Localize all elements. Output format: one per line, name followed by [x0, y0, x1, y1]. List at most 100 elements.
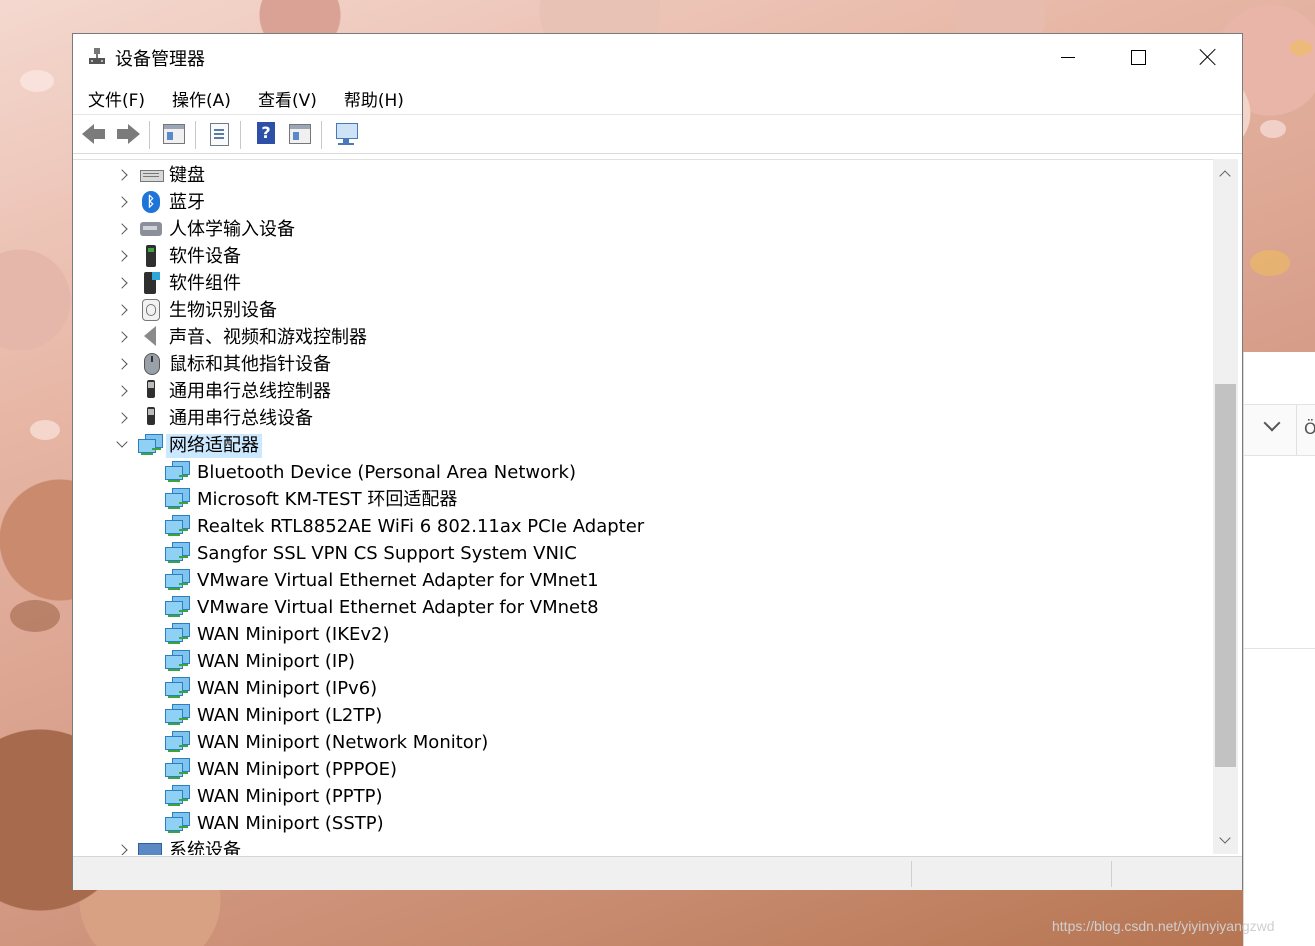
network-adapter-icon [138, 434, 163, 455]
tree-leaf-network-adapter[interactable]: WAN Miniport (Network Monitor) [165, 729, 491, 756]
scan-hardware-button[interactable] [334, 121, 360, 147]
window-title: 设备管理器 [115, 49, 205, 70]
network-adapter-icon [165, 785, 190, 806]
fingerprint-icon [142, 299, 160, 321]
tree-node-network-adapters[interactable]: 网络适配器 [116, 432, 262, 459]
chevron-right-icon[interactable] [116, 196, 128, 208]
tree-leaf-network-adapter[interactable]: Sangfor SSL VPN CS Support System VNIC [165, 540, 580, 567]
network-adapter-icon [165, 650, 190, 671]
chevron-right-icon[interactable] [116, 844, 128, 855]
tree-node-keyboard[interactable]: 键盘 [116, 162, 208, 189]
tree-leaf-network-adapter[interactable]: Realtek RTL8852AE WiFi 6 802.11ax PCIe A… [165, 513, 647, 540]
tree-leaf-network-adapter[interactable]: WAN Miniport (L2TP) [165, 702, 385, 729]
network-adapter-icon [165, 569, 190, 590]
arrow-right-icon-shaft [117, 129, 129, 139]
background-refresh-glyph[interactable]: Ö [1304, 419, 1315, 438]
tree-node-software-devices[interactable]: 软件设备 [116, 243, 244, 270]
menu-file[interactable]: 文件(F) [73, 80, 157, 114]
monitor-base [338, 143, 354, 145]
tree-leaf-network-adapter[interactable]: WAN Miniport (PPTP) [165, 783, 385, 810]
action-pane-button[interactable] [287, 121, 313, 147]
tree-node-label: 网络适配器 [166, 433, 262, 458]
background-window-toolbar: Ö [1244, 404, 1315, 456]
chevron-right-icon[interactable] [116, 250, 128, 262]
tree-node-mice[interactable]: 鼠标和其他指针设备 [116, 351, 334, 378]
tree-node-label: 人体学输入设备 [169, 218, 295, 240]
tree-leaf-network-adapter[interactable]: Bluetooth Device (Personal Area Network) [165, 459, 579, 486]
tree-leaf-network-adapter[interactable]: Microsoft KM-TEST 环回适配器 [165, 486, 460, 513]
forward-button[interactable] [115, 121, 141, 147]
minimize-button[interactable] [1033, 34, 1103, 80]
network-adapter-icon [165, 623, 190, 644]
device-manager-window: 设备管理器 文件(F) 操作(A) 查看(V) 帮助(H) ? 键盘 ᛒ 蓝牙 … [72, 33, 1243, 890]
menu-bar: 文件(F) 操作(A) 查看(V) 帮助(H) [73, 80, 1242, 114]
network-adapter-icon [165, 596, 190, 617]
close-icon [1200, 49, 1216, 65]
device-tree[interactable]: 键盘 ᛒ 蓝牙 人体学输入设备 软件设备 软件组件 生物识别设备 声音、视频和游… [73, 159, 1213, 855]
tree-node-biometric[interactable]: 生物识别设备 [116, 297, 280, 324]
menu-view[interactable]: 查看(V) [243, 80, 329, 114]
toolbar-separator [240, 121, 241, 149]
console-tree-icon [163, 124, 185, 144]
tree-node-system-devices[interactable]: 系统设备 [116, 837, 244, 855]
wallpaper-petal [10, 600, 60, 632]
scroll-down-icon[interactable] [1219, 832, 1231, 844]
tree-leaf-label: WAN Miniport (Network Monitor) [197, 731, 489, 753]
chevron-right-icon[interactable] [116, 331, 128, 343]
close-button[interactable] [1173, 34, 1243, 80]
wallpaper-petal [1250, 250, 1290, 276]
scrollbar-thumb[interactable] [1215, 384, 1236, 767]
tree-node-label: 声音、视频和游戏控制器 [169, 326, 367, 348]
tree-leaf-network-adapter[interactable]: VMware Virtual Ethernet Adapter for VMne… [165, 567, 602, 594]
chevron-right-icon[interactable] [116, 358, 128, 370]
toolbar-separator [195, 121, 196, 149]
help-button[interactable]: ? [253, 121, 279, 147]
chevron-right-icon[interactable] [116, 277, 128, 289]
chevron-right-icon[interactable] [116, 412, 128, 424]
show-hide-console-tree-button[interactable] [161, 121, 187, 147]
tree-leaf-label: WAN Miniport (IKEv2) [197, 623, 390, 645]
menu-action[interactable]: 操作(A) [157, 80, 243, 114]
tree-node-usb-controllers[interactable]: 通用串行总线控制器 [116, 378, 334, 405]
tree-leaf-network-adapter[interactable]: WAN Miniport (PPPOE) [165, 756, 400, 783]
toolbar-separator [149, 121, 150, 149]
background-divider [1244, 648, 1315, 649]
chevron-down-icon[interactable] [116, 436, 128, 448]
network-adapter-icon [165, 677, 190, 698]
back-button[interactable] [81, 121, 107, 147]
tree-node-bluetooth[interactable]: ᛒ 蓝牙 [116, 189, 208, 216]
tree-leaf-network-adapter[interactable]: WAN Miniport (SSTP) [165, 810, 387, 837]
tree-leaf-label: Realtek RTL8852AE WiFi 6 802.11ax PCIe A… [197, 515, 645, 537]
tree-node-label: 软件组件 [169, 272, 241, 294]
tree-leaf-network-adapter[interactable]: WAN Miniport (IPv6) [165, 675, 380, 702]
menu-help[interactable]: 帮助(H) [329, 80, 416, 114]
toolbar-separator [321, 121, 322, 149]
chevron-right-icon[interactable] [116, 304, 128, 316]
tree-node-hid[interactable]: 人体学输入设备 [116, 216, 298, 243]
network-adapter-icon [165, 812, 190, 833]
chevron-right-icon[interactable] [116, 169, 128, 181]
scroll-up-icon[interactable] [1219, 170, 1231, 182]
tree-node-label: 键盘 [169, 164, 205, 186]
tree-node-software-components[interactable]: 软件组件 [116, 270, 244, 297]
software-device-icon [146, 245, 156, 267]
tree-node-usb-devices[interactable]: 通用串行总线设备 [116, 405, 316, 432]
tree-node-sound-video-game[interactable]: 声音、视频和游戏控制器 [116, 324, 370, 351]
properties-button[interactable] [206, 121, 232, 147]
tree-leaf-label: Bluetooth Device (Personal Area Network) [197, 461, 576, 483]
tree-leaf-label: Sangfor SSL VPN CS Support System VNIC [197, 542, 577, 564]
chevron-down-icon[interactable] [1263, 414, 1281, 432]
help-icon: ? [257, 122, 275, 144]
network-adapter-icon [165, 704, 190, 725]
tree-node-label: 生物识别设备 [169, 299, 277, 321]
chevron-right-icon[interactable] [116, 223, 128, 235]
tree-leaf-network-adapter[interactable]: WAN Miniport (IP) [165, 648, 358, 675]
chevron-right-icon[interactable] [116, 385, 128, 397]
tree-node-label: 鼠标和其他指针设备 [169, 353, 331, 375]
vertical-scrollbar[interactable] [1213, 159, 1238, 854]
tree-node-label: 通用串行总线设备 [169, 407, 313, 429]
tree-leaf-network-adapter[interactable]: VMware Virtual Ethernet Adapter for VMne… [165, 594, 602, 621]
maximize-button[interactable] [1103, 34, 1173, 80]
tree-leaf-network-adapter[interactable]: WAN Miniport (IKEv2) [165, 621, 393, 648]
title-bar[interactable]: 设备管理器 [73, 34, 1242, 80]
